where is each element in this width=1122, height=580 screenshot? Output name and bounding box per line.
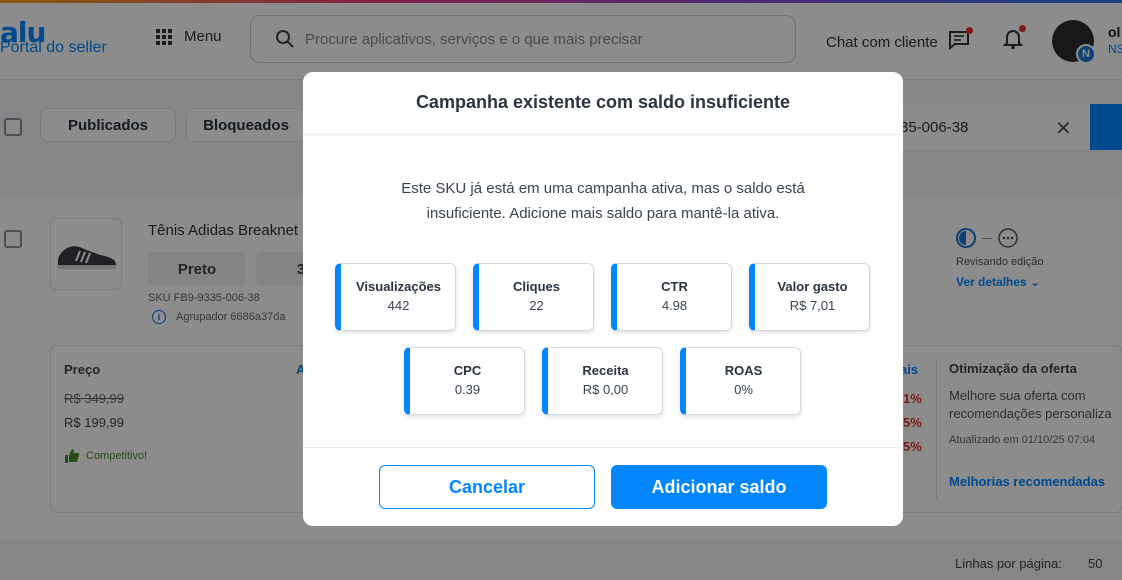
dialog-message: Este SKU já está em uma campanha ativa, … [401, 180, 805, 222]
metric-card-roas: ROAS 0% [680, 347, 801, 415]
metric-value: 442 [387, 298, 410, 313]
metric-label: Cliques [513, 279, 560, 294]
add-balance-button[interactable]: Adicionar saldo [611, 465, 827, 509]
metric-value: R$ 0,00 [582, 382, 629, 397]
metric-label: CTR [661, 279, 688, 294]
insufficient-balance-dialog: Campanha existente com saldo insuficient… [303, 72, 903, 526]
metric-card-visualizacoes: Visualizações 442 [335, 263, 456, 331]
metric-label: Visualizações [355, 279, 442, 294]
metric-value: 22 [529, 298, 544, 313]
metric-card-ctr: CTR 4.98 [611, 263, 732, 331]
metric-label: CPC [453, 363, 482, 378]
dialog-divider [303, 134, 903, 135]
metric-card-receita: Receita R$ 0,00 [542, 347, 663, 415]
cancel-button[interactable]: Cancelar [379, 465, 595, 509]
metric-card-cpc: CPC 0.39 [404, 347, 525, 415]
metric-value: R$ 7,01 [789, 298, 836, 313]
metric-card-cliques: Cliques 22 [473, 263, 594, 331]
metric-label: ROAS [724, 363, 763, 378]
metric-value: 0.39 [454, 382, 481, 397]
metric-value: 4.98 [661, 298, 688, 313]
metric-label: Valor gasto [777, 279, 848, 294]
dialog-footer-divider [303, 447, 903, 448]
metric-card-valor-gasto: Valor gasto R$ 7,01 [749, 263, 870, 331]
metric-value: 0% [734, 382, 753, 397]
metric-label: Receita [582, 363, 629, 378]
dialog-title: Campanha existente com saldo insuficient… [415, 92, 791, 112]
